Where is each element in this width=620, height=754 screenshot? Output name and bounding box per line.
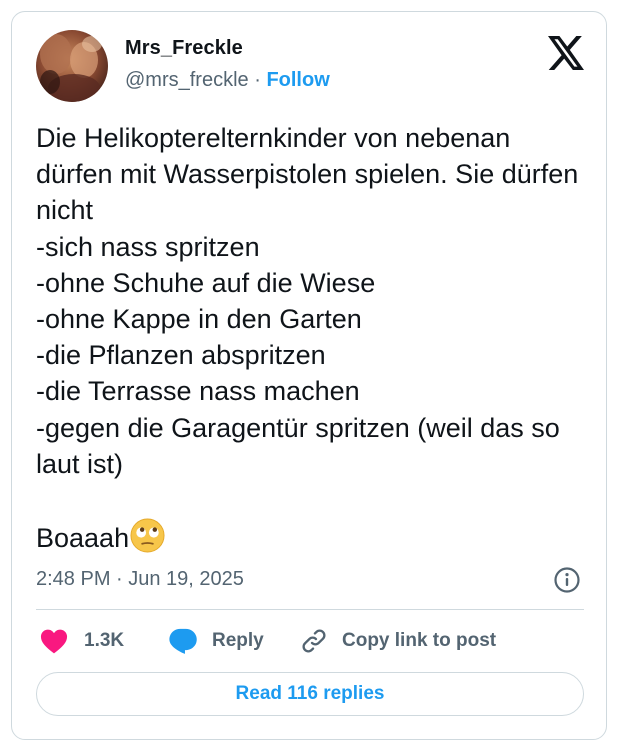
copy-link-label: Copy link to post (342, 630, 497, 651)
x-logo-svg (548, 36, 584, 70)
like-button[interactable]: 1.3K (40, 624, 124, 658)
tweet-card: Mrs_Freckle @mrs_freckle · Follow Die He… (11, 11, 607, 740)
link-icon (302, 629, 326, 653)
x-logo-icon[interactable] (548, 36, 584, 70)
tweet-body: Die Helikopterelternkinder von nebenan d… (36, 123, 579, 554)
heart-icon (40, 629, 68, 654)
face-with-rolling-eyes-icon (130, 518, 165, 553)
like-count: 1.3K (84, 630, 125, 651)
info-svg (554, 567, 580, 593)
follow-button[interactable]: Follow (266, 69, 329, 91)
reply-label: Reply (212, 630, 264, 651)
avatar-image (36, 30, 108, 102)
timestamp[interactable]: 2:48 PM · Jun 19, 2025 (36, 568, 244, 591)
handle-separator: · (248, 69, 267, 91)
read-replies-button[interactable]: Read 116 replies (36, 672, 584, 716)
handle[interactable]: @mrs_freckle (125, 69, 249, 91)
info-icon[interactable] (553, 566, 581, 594)
handle-row: @mrs_freckle · Follow (125, 69, 330, 92)
copy-link-button[interactable]: Copy link to post (300, 624, 496, 658)
emoji-svg (130, 518, 165, 553)
divider (36, 609, 584, 610)
read-replies-label: Read 116 replies (235, 683, 385, 704)
tweet-text: Die Helikopterelternkinder von nebenan d… (36, 120, 591, 556)
action-bar: 1.3K Reply Copy link to post (36, 624, 584, 658)
avatar[interactable] (36, 30, 108, 102)
speech-bubble-icon (169, 628, 197, 654)
reply-button[interactable]: Reply (168, 624, 264, 658)
display-name[interactable]: Mrs_Freckle (125, 37, 243, 60)
